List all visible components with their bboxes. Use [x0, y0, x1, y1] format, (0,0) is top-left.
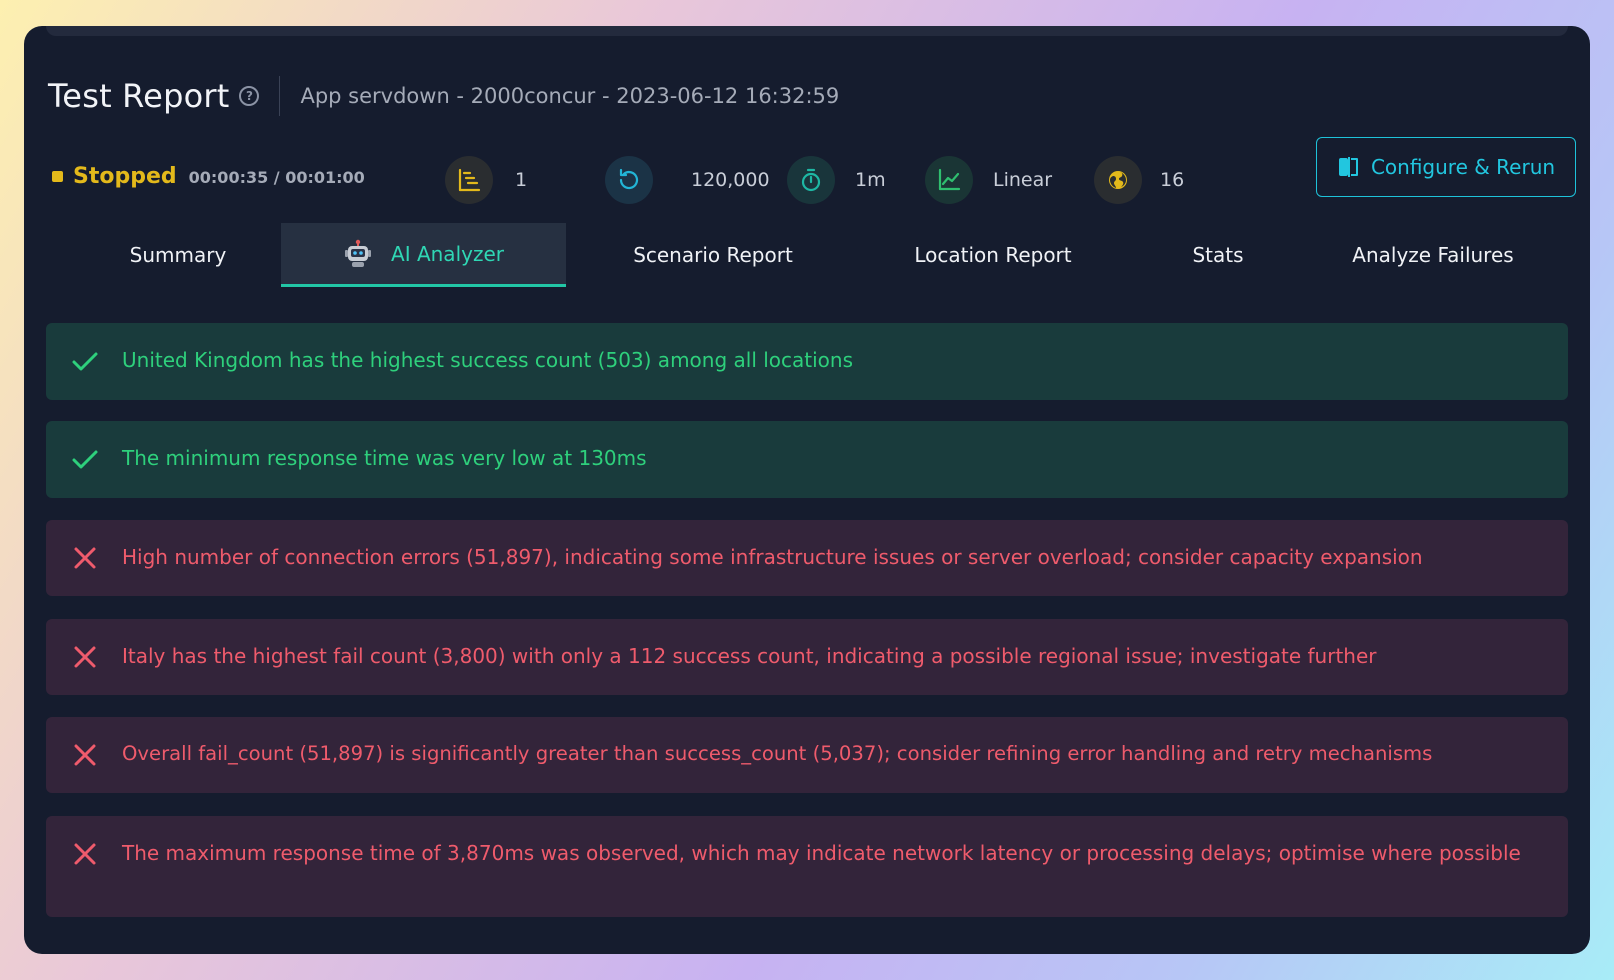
stopped-status-icon	[52, 171, 63, 182]
insight-item: Italy has the highest fail count (3,800)…	[46, 619, 1568, 695]
insight-item: United Kingdom has the highest success c…	[46, 323, 1568, 400]
elapsed-time: 00:00:35 / 00:01:00	[188, 168, 365, 187]
duration-icon	[787, 156, 835, 204]
check-icon	[72, 352, 98, 371]
top-strip	[46, 26, 1568, 36]
insight-text: The maximum response time of 3,870ms was…	[122, 841, 1521, 865]
tab-label: Summary	[129, 243, 227, 267]
iterations-count: 120,000	[691, 169, 770, 191]
header-divider	[279, 76, 281, 116]
tab-summary[interactable]: Summary	[78, 223, 278, 287]
configure-rerun-label: Configure & Rerun	[1370, 155, 1556, 179]
status-label: Stopped	[73, 164, 177, 189]
metric-iterations: 120,000	[605, 156, 770, 204]
metric-locations: 16	[1094, 156, 1184, 204]
ramp-chart-icon	[925, 156, 973, 204]
tab-location-report[interactable]: Location Report	[868, 223, 1118, 287]
insight-item: Overall fail_count (51,897) is significa…	[46, 717, 1568, 793]
globe-icon	[1094, 156, 1142, 204]
insight-item: The minimum response time was very low a…	[46, 421, 1568, 498]
insight-item: The maximum response time of 3,870ms was…	[46, 816, 1568, 917]
iterations-icon	[605, 156, 653, 204]
metric-ramp: Linear	[925, 156, 1052, 204]
tab-stats[interactable]: Stats	[1148, 223, 1288, 287]
metric-scenarios: 1	[445, 156, 527, 204]
cross-icon	[74, 744, 96, 766]
tab-label: Location Report	[914, 243, 1072, 267]
tab-label: Scenario Report	[633, 243, 793, 267]
tab-label: Analyze Failures	[1352, 243, 1514, 267]
report-tabs: Summary AI Analyzer Scenario Report Loca…	[48, 223, 1570, 287]
tab-scenario-report[interactable]: Scenario Report	[588, 223, 838, 287]
insight-text: Italy has the highest fail count (3,800)…	[122, 644, 1377, 668]
tab-label: AI Analyzer	[391, 241, 504, 266]
insight-text: Overall fail_count (51,897) is significa…	[122, 742, 1433, 765]
ramp-type: Linear	[993, 169, 1053, 191]
insight-text: United Kingdom has the highest success c…	[122, 348, 854, 372]
duration-value: 1m	[855, 169, 886, 191]
check-icon	[72, 450, 98, 469]
configure-rerun-icon	[1338, 157, 1358, 177]
locations-count: 16	[1160, 169, 1185, 191]
insight-text: The minimum response time was very low a…	[122, 446, 647, 470]
metric-duration: 1m	[787, 156, 886, 204]
scenarios-icon	[445, 156, 493, 204]
page-title: Test Report	[48, 77, 230, 115]
report-panel: Test Report ? App servdown - 2000concur …	[24, 26, 1590, 954]
cross-icon	[74, 646, 96, 668]
scenarios-count: 1	[515, 169, 528, 191]
cross-icon	[74, 547, 96, 569]
configure-rerun-button[interactable]: Configure & Rerun	[1316, 137, 1576, 197]
insight-text: High number of connection errors (51,897…	[122, 545, 1423, 569]
status-badge: Stopped 00:00:35 / 00:01:00	[52, 164, 365, 189]
robot-icon	[345, 239, 372, 267]
tab-analyze-failures[interactable]: Analyze Failures	[1308, 223, 1558, 287]
help-icon[interactable]: ?	[239, 86, 260, 106]
cross-icon	[74, 843, 96, 865]
tab-ai-analyzer[interactable]: AI Analyzer	[281, 223, 566, 287]
report-header: Test Report ? App servdown - 2000concur …	[48, 76, 839, 116]
tab-label: Stats	[1192, 243, 1244, 267]
test-run-subtitle: App servdown - 2000concur - 2023-06-12 1…	[300, 84, 840, 108]
insight-item: High number of connection errors (51,897…	[46, 520, 1568, 596]
